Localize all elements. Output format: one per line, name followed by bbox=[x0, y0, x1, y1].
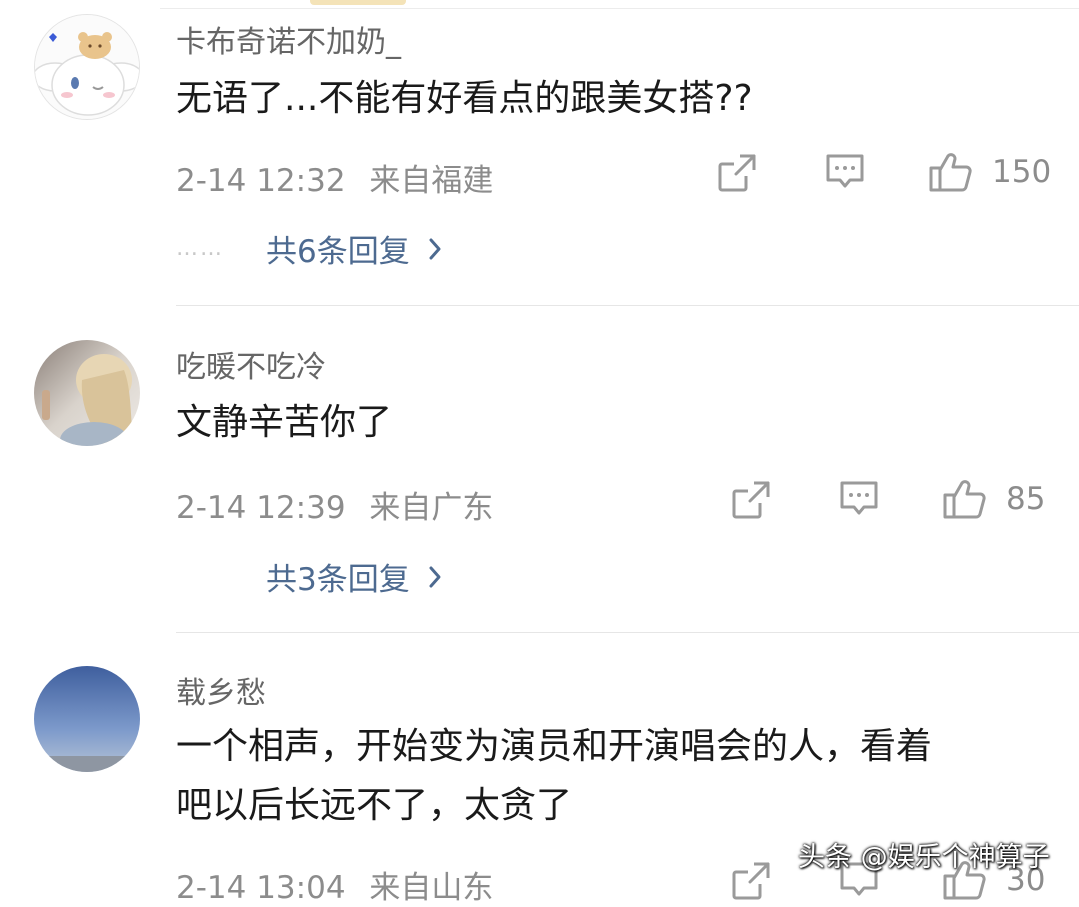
share-icon bbox=[732, 862, 770, 900]
comment-meta: 2-14 12:32 来自福建 bbox=[176, 155, 493, 200]
avatar[interactable] bbox=[34, 14, 140, 120]
timestamp: 2-14 13:04 bbox=[176, 870, 346, 906]
avatar[interactable] bbox=[34, 340, 140, 446]
comment-icon bbox=[840, 481, 878, 515]
view-replies-link[interactable]: 共3条回复 bbox=[176, 554, 442, 599]
comment-button[interactable] bbox=[824, 152, 866, 192]
timestamp: 2-14 12:32 bbox=[176, 163, 346, 199]
cinnamoroll-avatar-icon bbox=[35, 15, 139, 119]
comment-text: 文静辛苦你了 bbox=[176, 402, 393, 443]
timestamp: 2-14 12:39 bbox=[176, 490, 346, 526]
share-button[interactable] bbox=[730, 860, 772, 902]
thumbs-up-icon bbox=[943, 480, 986, 519]
location: 来自山东 bbox=[369, 870, 494, 906]
like-count: 150 bbox=[992, 154, 1052, 190]
top-highlight bbox=[310, 0, 406, 5]
watermark: 头条 @娱乐个神算子 bbox=[798, 842, 1050, 873]
share-icon bbox=[732, 481, 770, 519]
comment-text-line: 一个相声，开始变为演员和开演唱会的人，看着 bbox=[176, 726, 933, 767]
sky-avatar-icon bbox=[34, 666, 140, 772]
comment-text-line: 吧以后长远不了，太贪了 bbox=[176, 785, 573, 826]
top-divider bbox=[160, 8, 1079, 9]
location: 来自福建 bbox=[369, 163, 494, 199]
share-button[interactable] bbox=[730, 479, 772, 521]
comment-meta: 2-14 13:04 来自山东 bbox=[176, 862, 493, 907]
comment-text: 无语了...不能有好看点的跟美女搭?? bbox=[176, 78, 753, 119]
reply-dots: …… bbox=[176, 236, 224, 261]
share-icon bbox=[718, 154, 756, 192]
location: 来自广东 bbox=[369, 490, 494, 526]
like-count: 85 bbox=[1006, 481, 1046, 517]
chevron-right-icon bbox=[429, 566, 441, 587]
blonde-woman-avatar-icon bbox=[34, 340, 140, 446]
author-name[interactable]: 吃暖不吃冷 bbox=[176, 342, 326, 386]
comment-icon bbox=[826, 154, 864, 188]
share-button[interactable] bbox=[716, 152, 758, 194]
author-name[interactable]: 卡布奇诺不加奶_ bbox=[176, 17, 401, 61]
reply-count-label: 共3条回复 bbox=[266, 562, 410, 598]
comment-meta: 2-14 12:39 来自广东 bbox=[176, 482, 493, 527]
chevron-right-icon bbox=[429, 238, 441, 259]
thumbs-up-icon bbox=[929, 153, 972, 192]
view-replies-link[interactable]: …… 共6条回复 bbox=[176, 226, 442, 271]
like-button[interactable]: 150 bbox=[928, 150, 1051, 194]
top-edge bbox=[0, 0, 1079, 9]
comment-divider bbox=[176, 632, 1079, 633]
like-button[interactable]: 85 bbox=[942, 477, 1045, 521]
comment-button[interactable] bbox=[838, 479, 880, 519]
comment-divider bbox=[176, 305, 1079, 306]
author-name[interactable]: 载乡愁 bbox=[176, 668, 266, 712]
reply-count-label: 共6条回复 bbox=[266, 234, 410, 270]
avatar[interactable] bbox=[34, 666, 140, 772]
